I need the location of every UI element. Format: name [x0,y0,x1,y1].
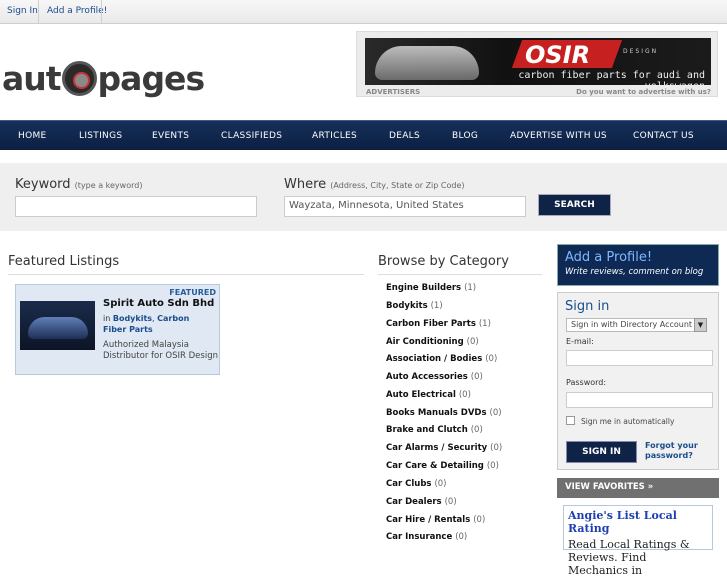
divider [8,274,364,275]
signin-box: Sign in Sign in with Directory Account ▼… [557,292,719,470]
car-image [375,46,479,80]
featured-heading: Featured Listings [8,254,120,269]
listing-categories: in Bodykits, Carbon Fiber Parts [103,314,190,334]
logo-text-right: pages [97,58,206,98]
category-item[interactable]: Association / Bodies (0) [386,354,497,364]
nav-deals[interactable]: DEALS [389,131,420,141]
divider [378,274,542,275]
password-label: Password: [566,378,607,387]
car-image [28,317,88,339]
ad-tagline: carbon fiber parts for audi and volkswag… [518,70,705,85]
category-item[interactable]: Car Dealers (0) [386,497,457,507]
listing-description: Authorized Malaysia Distributor for OSIR… [103,340,218,361]
category-item[interactable]: Bodykits (1) [386,301,443,311]
chevron-down-icon[interactable]: ▼ [694,318,707,332]
angie-text: Read Local Ratings & Reviews. Find Mecha… [568,538,690,577]
search-button[interactable]: SEARCH [538,194,611,216]
email-label: E-mail: [566,337,594,346]
featured-badge: FEATURED [169,288,216,297]
site-logo[interactable]: aut pages [2,56,206,100]
add-profile-subtitle: Write reviews, comment on blog [565,267,704,277]
ad-brand: OSIR [525,41,591,69]
nav-events[interactable]: EVENTS [152,131,189,141]
nav-advertise[interactable]: ADVERTISE WITH US [510,131,607,141]
nav-blog[interactable]: BLOG [452,131,478,141]
browse-heading: Browse by Category [378,254,509,269]
signin-method-select[interactable]: Sign in with Directory Account [566,318,707,332]
nav-classifieds[interactable]: CLASSIFIEDS [221,131,282,141]
category-item[interactable]: Engine Builders (1) [386,283,476,293]
divider [101,0,102,23]
angies-list-ad[interactable]: Angie's List Local Rating Read Local Rat… [563,505,713,577]
nav-contact[interactable]: CONTACT US [633,131,694,141]
nav-articles[interactable]: ARTICLES [312,131,357,141]
category-item[interactable]: Car Clubs (0) [386,479,447,489]
category-item[interactable]: Car Care & Detailing (0) [386,461,499,471]
nav-home[interactable]: HOME [18,131,47,141]
listing-title[interactable]: Spirit Auto Sdn Bhd [103,298,214,309]
category-item[interactable]: Car Insurance (0) [386,532,467,542]
signin-link[interactable]: Sign In [7,6,38,16]
where-input[interactable]: Wayzata, Minnesota, United States [284,196,526,217]
remember-checkbox[interactable] [566,416,575,425]
nav-listings[interactable]: LISTINGS [79,131,122,141]
category-item[interactable]: Auto Electrical (0) [386,390,471,400]
forgot-password-link[interactable]: Forgot your password? [645,441,715,461]
add-profile-link[interactable]: Add a Profile! [47,6,107,16]
category-link[interactable]: Bodykits [113,314,152,323]
logo-text-left: aut [2,58,62,98]
wheel-icon [61,60,97,96]
advertise-link[interactable]: Do you want to advertise with us? [576,88,711,96]
category-item[interactable]: Books Manuals DVDs (0) [386,408,502,418]
keyword-input[interactable] [15,196,257,217]
where-label: Where (Address, City, State or Zip Code) [284,177,465,192]
ad-image[interactable]: OSIR DESIGN carbon fiber parts for audi … [365,38,711,85]
category-item[interactable]: Brake and Clutch (0) [386,425,483,435]
header: aut pages OSIR DESIGN carbon fiber parts… [0,24,727,120]
signin-button[interactable]: SIGN IN [566,441,637,463]
ad-banner: OSIR DESIGN carbon fiber parts for audi … [356,31,718,97]
advertisers-label: ADVERTISERS [366,88,421,96]
divider [38,0,39,23]
category-item[interactable]: Air Conditioning (0) [386,337,479,347]
view-favorites-button[interactable]: VIEW FAVORITES » [557,478,719,498]
ad-design: DESIGN [623,48,659,55]
keyword-label: Keyword (type a keyword) [15,177,143,192]
main-nav: HOME LISTINGS EVENTS CLASSIFIEDS ARTICLE… [0,120,727,150]
category-item[interactable]: Auto Accessories (0) [386,372,483,382]
category-item[interactable]: Carbon Fiber Parts (1) [386,319,491,329]
signin-title: Sign in [565,299,610,314]
top-bar: Sign In Add a Profile! [0,0,727,24]
add-profile-box[interactable]: Add a Profile! Write reviews, comment on… [557,244,719,286]
category-item[interactable]: Car Hire / Rentals (0) [386,515,485,525]
email-field[interactable] [566,350,713,366]
category-item[interactable]: Car Alarms / Security (0) [386,443,502,453]
remember-label: Sign me in automatically [581,417,675,426]
password-field[interactable] [566,392,713,408]
featured-card[interactable]: FEATURED Spirit Auto Sdn Bhd in Bodykits… [15,284,220,375]
listing-thumbnail[interactable] [20,301,95,350]
add-profile-title: Add a Profile! [565,250,653,265]
angie-title: Angie's List Local Rating [568,509,677,535]
